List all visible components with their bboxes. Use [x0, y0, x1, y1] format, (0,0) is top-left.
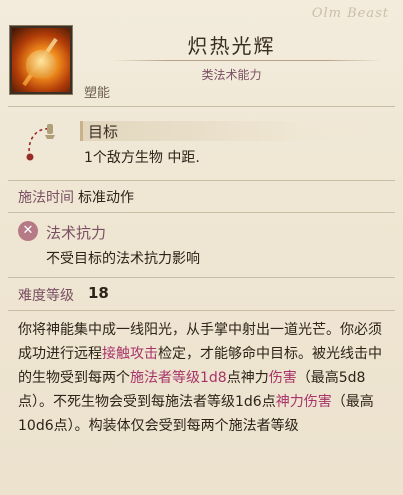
target-section: 目标 1个敌方生物 中距.	[8, 115, 395, 177]
divider	[8, 106, 395, 107]
watermark: Olm Beast	[311, 6, 389, 21]
casting-time-row: 施法时间 标准动作	[18, 187, 134, 207]
link-caster-level[interactable]: 施法者等级1d8	[130, 370, 227, 386]
divider	[8, 310, 395, 311]
spell-description: 你将神能集中成一线阳光，从手掌中射出一道光芒。你必须成功进行远程接触攻击检定，才…	[18, 318, 385, 438]
spell-tooltip: Olm Beast 炽热光辉 类法术能力 塑能 目标 1个敌方生物 中距. 施法…	[0, 0, 403, 495]
spell-title: 炽热光辉	[187, 34, 276, 58]
link-damage[interactable]: 伤害	[269, 370, 297, 386]
description-text: 点神力	[226, 370, 269, 386]
spell-type: 类法术能力	[201, 68, 262, 82]
target-value: 1个敌方生物 中距.	[84, 150, 200, 166]
target-label-bar	[80, 121, 393, 141]
link-touch-attack[interactable]: 接触攻击	[102, 346, 158, 362]
difficulty-label: 难度等级	[18, 288, 74, 304]
link-divine-damage[interactable]: 神力伤害	[276, 394, 332, 410]
title-divider	[112, 60, 381, 61]
divider	[8, 277, 395, 278]
target-label: 目标	[88, 123, 119, 141]
casting-time-label: 施法时间	[18, 190, 74, 206]
divider	[8, 180, 395, 181]
range-arc-icon	[26, 124, 55, 161]
spell-resistance-description: 不受目标的法术抗力影响	[46, 251, 200, 267]
no-resist-icon: ✕	[18, 221, 38, 241]
divider	[8, 212, 395, 213]
spell-school: 塑能	[84, 86, 111, 101]
difficulty-value: 18	[88, 284, 109, 302]
spell-resistance-label: 法术抗力	[46, 224, 107, 242]
casting-time-value: 标准动作	[78, 190, 134, 206]
